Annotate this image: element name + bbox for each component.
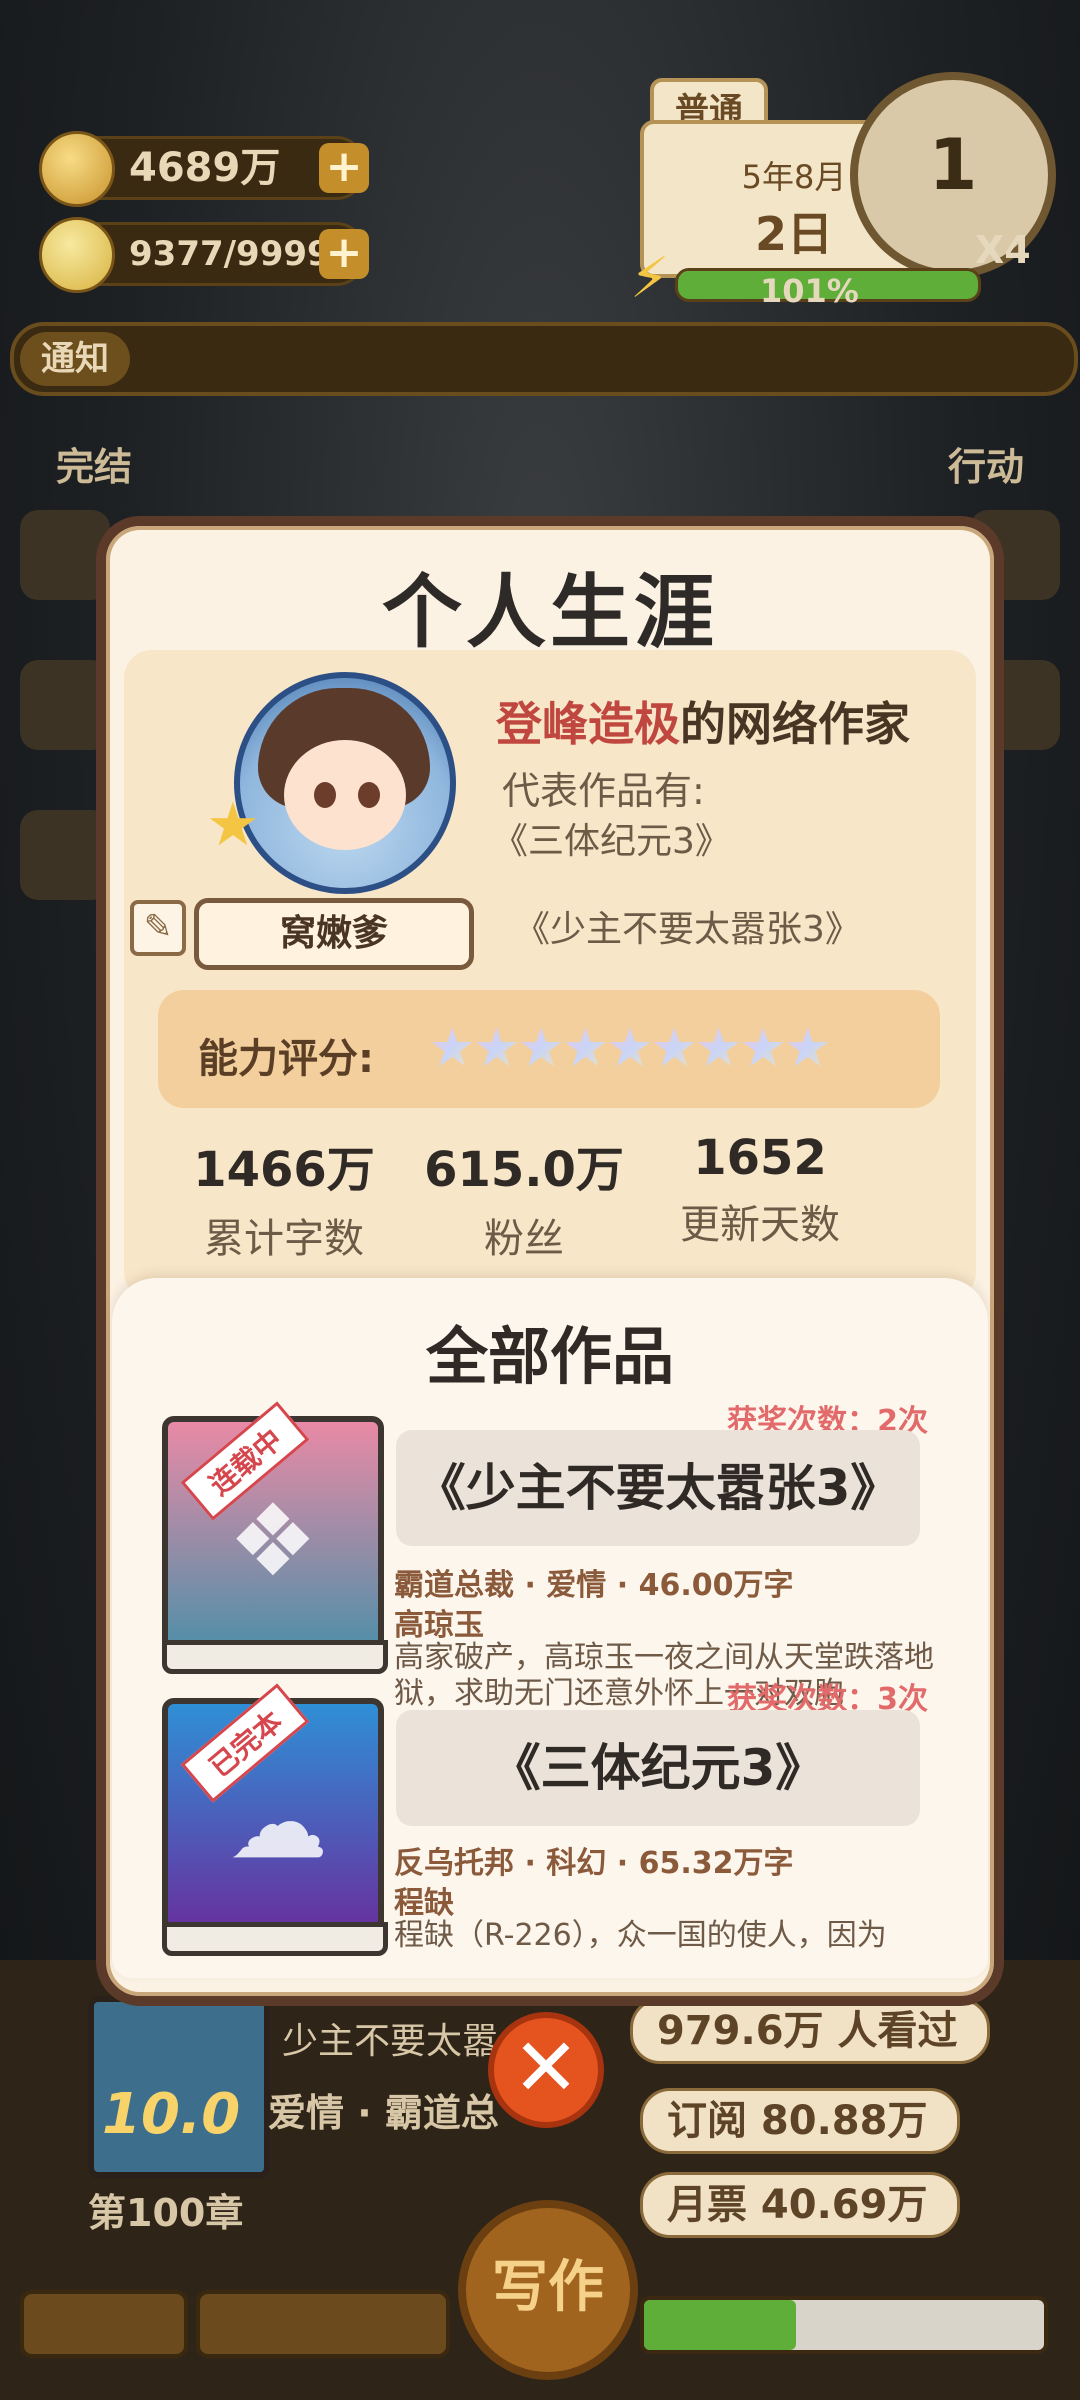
rating-star-icon: ★ [516, 1016, 566, 1079]
rep-work-1: 《三体纪元3》 [492, 821, 731, 862]
bottom-book-cover[interactable]: 10.0 [88, 1996, 270, 2178]
author-avatar[interactable] [234, 672, 456, 894]
add-inspiration-button[interactable]: + [319, 229, 369, 279]
add-coins-button[interactable]: + [319, 143, 369, 193]
crystal-icon: ❖ [228, 1482, 318, 1599]
close-button[interactable]: ✕ [488, 2012, 604, 2128]
rank-suffix: 的网络作家 [680, 697, 910, 751]
book-pages [162, 1922, 388, 1956]
star-decoration-icon: ★ [206, 790, 260, 860]
works-title: 全部作品 [425, 1320, 674, 1393]
rating-star-icon: ★ [561, 1016, 610, 1079]
speed-multiplier[interactable]: X4 [975, 228, 1031, 272]
ability-stars: ★ ★ ★ ★ ★ ★ ★ ★ ★ [428, 1016, 832, 1080]
bottom-slot-1[interactable] [20, 2290, 188, 2358]
edit-name-icon[interactable]: ✎ [130, 900, 186, 956]
stat-days: 1652 更新天数 [630, 1130, 890, 1250]
avatar-eye-left [314, 782, 336, 808]
inspiration-value: 9377/9999 [129, 234, 331, 274]
coin-icon [39, 131, 115, 207]
bottom-progress [640, 2296, 1048, 2354]
stat-fans-label: 粉丝 [484, 1216, 564, 1262]
rating-star-icon: ★ [694, 1016, 743, 1079]
notice-label: 通知 [20, 332, 130, 386]
stat-words-label: 累计字数 [204, 1216, 364, 1262]
coin-counter: 4689万 + [39, 131, 369, 207]
stat-words: 1466万 累计字数 [154, 1130, 414, 1264]
work-protagonist: 程缺 [394, 1886, 454, 1921]
bottom-chapter: 第100章 [88, 2191, 244, 2235]
rating-star-icon: ★ [605, 1016, 655, 1079]
stat-days-label: 更新天数 [680, 1202, 840, 1248]
book-cover-1[interactable]: 连载中 ❖ [162, 1401, 388, 1674]
notice-bar[interactable]: 通知 [10, 322, 1078, 396]
work-title[interactable]: 《少主不要太嚣张3》 [396, 1430, 920, 1546]
work-title[interactable]: 《三体纪元3》 [396, 1710, 920, 1826]
energy-percent: 101% [760, 272, 859, 310]
viewers-count: 979.6万 人看过 [630, 1998, 990, 2064]
ghost-icon: ☁ [228, 1764, 328, 1881]
work-meta: 反乌托邦 · 科幻 · 65.32万字 [394, 1846, 794, 1881]
rating-star-icon: ★ [738, 1016, 788, 1079]
rating-star-icon: ★ [472, 1016, 521, 1079]
modal-title: 个人生涯 [382, 566, 718, 659]
profile-card: ★ ✎ 窝嫩爹 登峰造极的网络作家 代表作品有: 《三体纪元3》 《少主不要太嚣… [124, 650, 976, 1300]
bottom-book-title: 少主不要太嚣 [282, 2021, 499, 2062]
stat-words-value: 1466万 [193, 1142, 375, 1198]
work-description: 程缺（R-226），众一国的使人，因为 [394, 1918, 887, 1953]
coin-value: 4689万 [129, 145, 281, 191]
side-button-complete[interactable]: 完结 [56, 436, 132, 491]
lightbulb-icon [39, 217, 115, 293]
ability-label: 能力评分: [198, 1036, 374, 1082]
book-cover-2[interactable]: 已完本 ☁ [162, 1683, 388, 1956]
rating-star-icon: ★ [783, 1016, 832, 1079]
rank-accent: 登峰造极 [496, 697, 680, 751]
stat-days-value: 1652 [693, 1130, 827, 1186]
stat-fans: 615.0万 粉丝 [394, 1130, 654, 1264]
rating-star-icon: ★ [428, 1016, 477, 1079]
author-rank: 登峰造极的网络作家 [496, 688, 910, 754]
author-name[interactable]: 窝嫩爹 [194, 898, 474, 970]
works-panel[interactable]: 全部作品 连载中 ❖ 获奖次数：2次 《少主不要太嚣张3》 霸道总裁 · 爱情 … [112, 1278, 988, 1978]
bottom-book-tags: 爱情 · 霸道总 [268, 2091, 499, 2135]
stat-fans-value: 615.0万 [424, 1142, 624, 1198]
bottom-slot-2[interactable] [196, 2290, 450, 2358]
lightning-icon: ⚡ [630, 246, 670, 311]
bottom-book-score: 10.0 [102, 2082, 241, 2147]
monthly-tickets-count: 月票 40.69万 [640, 2172, 960, 2238]
work-meta: 霸道总裁 · 爱情 · 46.00万字 [394, 1568, 794, 1603]
inspiration-counter: 9377/9999 + [39, 217, 369, 293]
rep-works-label: 代表作品有: [502, 769, 705, 813]
rating-star-icon: ★ [650, 1016, 699, 1079]
avatar-eye-right [358, 782, 380, 808]
side-button-action[interactable]: 行动 [948, 436, 1024, 491]
rep-work-2: 《少主不要太嚣张3》 [514, 909, 861, 950]
ability-rating: 能力评分: ★ ★ ★ ★ ★ ★ ★ ★ ★ [158, 990, 940, 1108]
write-button[interactable]: 写作 [458, 2200, 638, 2380]
work-protagonist: 高琼玉 [394, 1608, 484, 1643]
avatar-face [284, 740, 406, 850]
career-modal: 个人生涯 ★ ✎ 窝嫩爹 登峰造极的网络作家 代表作品有: 《三体纪元3》 《少… [96, 516, 1004, 2006]
book-pages [162, 1640, 388, 1674]
subscriptions-count: 订阅 80.88万 [640, 2088, 960, 2154]
